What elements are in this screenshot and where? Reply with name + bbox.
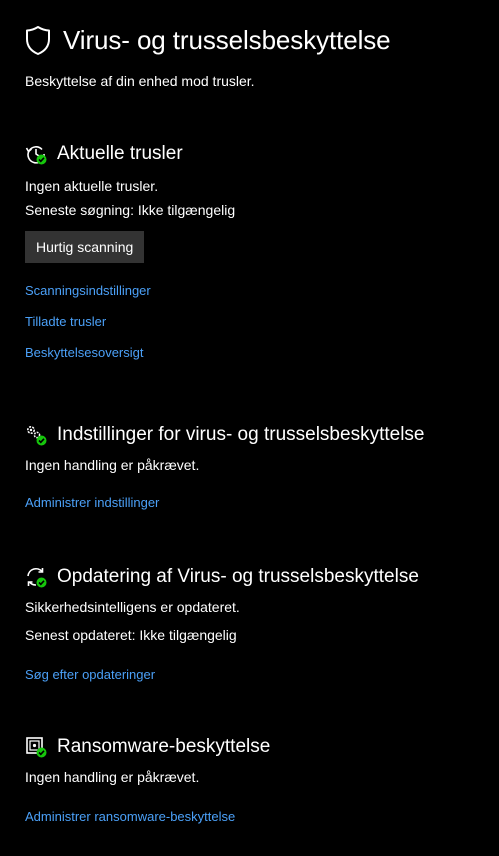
ransomware-protection-status: Ingen handling er påkrævet.: [25, 769, 200, 785]
gears-check-icon: [25, 424, 47, 446]
protection-settings-header: Indstillinger for virus- og trusselsbesk…: [25, 422, 495, 448]
protection-updates-title: Opdatering af Virus- og trusselsbeskytte…: [57, 566, 419, 587]
shield-icon: [24, 24, 52, 56]
quick-scan-button[interactable]: Hurtig scanning: [25, 231, 145, 263]
protection-updates-section: Opdatering af Virus- og trusselsbeskytte…: [25, 564, 495, 684]
last-update-text: Senest opdateret: Ikke tilgængelig: [25, 627, 237, 643]
page-header: Virus- og trusselsbeskyttelse: [24, 24, 391, 56]
ransomware-protection-header: Ransomware-beskyttelse: [25, 734, 495, 760]
ransomware-protection-title: Ransomware-beskyttelse: [57, 736, 271, 757]
ransomware-check-icon: [25, 736, 47, 758]
current-threats-section: Aktuelle trusler Ingen aktuelle trusler.…: [25, 141, 495, 362]
check-for-updates-link[interactable]: Søg efter opdateringer: [25, 666, 495, 684]
ransomware-protection-section: Ransomware-beskyttelse Ingen handling er…: [25, 734, 495, 826]
scan-options-link[interactable]: Scanningsindstillinger: [25, 282, 495, 300]
current-threats-title: Aktuelle trusler: [57, 143, 183, 164]
protection-updates-header: Opdatering af Virus- og trusselsbeskytte…: [25, 564, 495, 590]
virus-threat-protection-page: Virus- og trusselsbeskyttelse Beskyttels…: [0, 0, 499, 856]
current-threats-status: Ingen aktuelle trusler.: [25, 178, 159, 194]
allowed-threats-link[interactable]: Tilladte trusler: [25, 313, 495, 331]
refresh-check-icon: [25, 566, 47, 588]
protection-updates-status: Sikkerhedsintelligens er opdateret.: [25, 599, 240, 615]
last-scan-text: Seneste søgning: Ikke tilgængelig: [25, 202, 236, 218]
page-title: Virus- og trusselsbeskyttelse: [63, 24, 391, 55]
protection-history-link[interactable]: Beskyttelsesoversigt: [25, 344, 495, 362]
history-check-icon: [25, 143, 47, 165]
page-subtitle: Beskyttelse af din enhed mod trusler.: [25, 73, 255, 89]
manage-settings-link[interactable]: Administrer indstillinger: [25, 494, 495, 512]
manage-ransomware-protection-link[interactable]: Administrer ransomware-beskyttelse: [25, 808, 495, 826]
protection-settings-section: Indstillinger for virus- og trusselsbesk…: [25, 422, 495, 512]
protection-settings-title: Indstillinger for virus- og trusselsbesk…: [57, 424, 425, 445]
current-threats-header: Aktuelle trusler: [25, 141, 495, 167]
protection-settings-status: Ingen handling er påkrævet.: [25, 457, 200, 473]
